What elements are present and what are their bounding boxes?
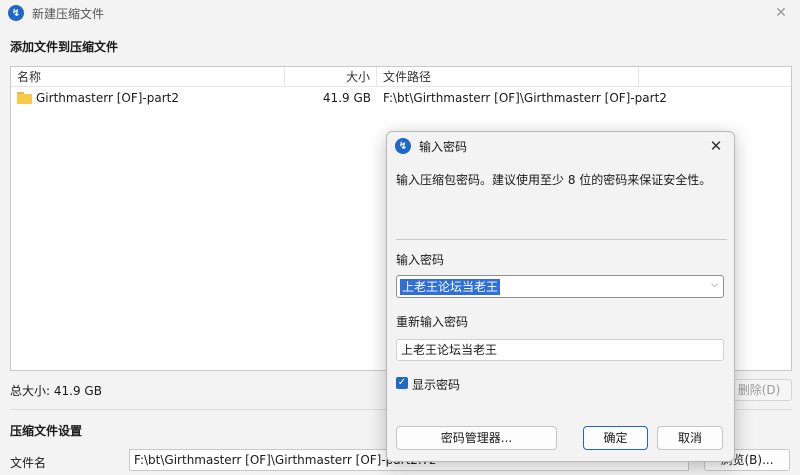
chevron-down-icon[interactable]: ⌵	[711, 280, 718, 290]
column-header-size[interactable]: 大小	[285, 67, 377, 87]
window-title: 新建压缩文件	[32, 6, 105, 21]
show-password-checkbox[interactable]: ✓	[396, 377, 408, 389]
cancel-button[interactable]: 取消	[657, 426, 723, 450]
password-manager-button[interactable]: 密码管理器...	[396, 426, 557, 450]
close-icon[interactable]: ✕	[706, 136, 726, 156]
add-files-heading: 添加文件到压缩文件	[10, 40, 119, 54]
table-row[interactable]: Girthmasterr [OF]-part2 41.9 GB F:\bt\Gi…	[11, 87, 791, 109]
table-header: 名称 大小 文件路径	[11, 67, 791, 87]
ok-button[interactable]: 确定	[583, 426, 648, 450]
column-header-name[interactable]: 名称	[11, 67, 285, 87]
reenter-password-input[interactable]: 上老王论坛当老王	[396, 339, 724, 361]
divider	[396, 239, 727, 240]
dialog-title: 输入密码	[419, 139, 468, 154]
close-icon[interactable]: ✕	[770, 3, 792, 23]
reenter-password-label: 重新输入密码	[396, 315, 469, 329]
password-value: 上老王论坛当老王	[400, 278, 501, 295]
folder-icon	[17, 92, 32, 104]
total-size: 总大小: 41.9 GB	[10, 384, 102, 398]
cell-size: 41.9 GB	[322, 91, 371, 105]
delete-button[interactable]: 删除(D)	[726, 379, 792, 401]
titlebar: ↯ 新建压缩文件 ✕	[0, 0, 800, 26]
app-logo-icon: ↯	[8, 5, 24, 21]
file-name: Girthmasterr [OF]-part2	[36, 91, 180, 105]
show-password-label[interactable]: 显示密码	[412, 376, 460, 393]
cell-name: Girthmasterr [OF]-part2	[11, 91, 285, 105]
password-combobox[interactable]: 上老王论坛当老王 ⌵	[396, 275, 724, 298]
cell-path: F:\bt\Girthmasterr [OF]\Girthmasterr [OF…	[383, 91, 667, 105]
column-header-path[interactable]: 文件路径	[377, 67, 639, 87]
filename-label: 文件名	[10, 456, 47, 470]
password-label: 输入密码	[396, 253, 445, 267]
column-header-empty	[639, 67, 791, 87]
settings-heading: 压缩文件设置	[10, 424, 83, 438]
checkmark-icon: ✓	[397, 377, 407, 388]
dialog-titlebar: ↯ 输入密码 ✕	[387, 132, 734, 160]
app-logo-icon: ↯	[395, 138, 411, 154]
password-dialog: ↯ 输入密码 ✕ 输入压缩包密码。建议使用至少 8 位的密码来保证安全性。 输入…	[386, 131, 735, 462]
dialog-description: 输入压缩包密码。建议使用至少 8 位的密码来保证安全性。	[396, 173, 712, 187]
